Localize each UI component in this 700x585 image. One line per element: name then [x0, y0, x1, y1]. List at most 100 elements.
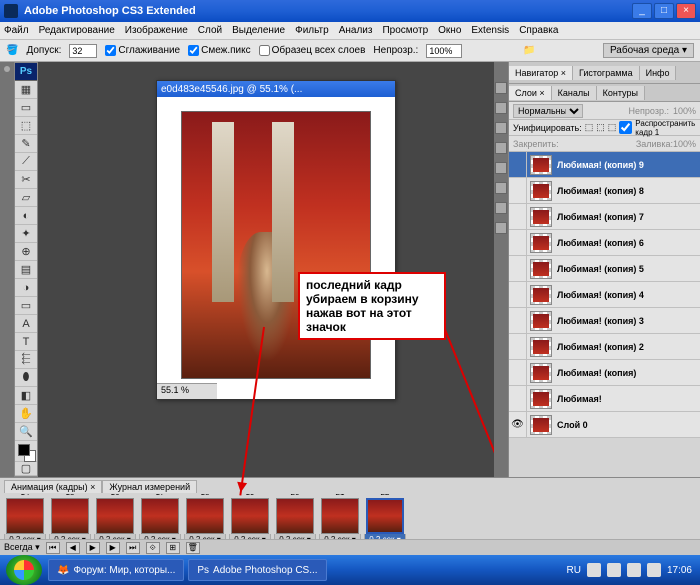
taskbar-item[interactable]: 🦊Форум: Мир, которы...	[48, 559, 184, 581]
layer-thumbnail[interactable]	[530, 207, 552, 227]
propagate-checkbox[interactable]	[619, 121, 632, 134]
menu-выделение[interactable]: Выделение	[232, 25, 285, 36]
layer-name[interactable]: Слой 0	[555, 420, 700, 430]
all-layers-checkbox[interactable]	[259, 45, 270, 56]
tool-button[interactable]: ✂	[15, 171, 37, 189]
layer-name[interactable]: Любимая! (копия) 2	[555, 342, 700, 352]
layer-row[interactable]: Любимая! (копия) 8	[509, 178, 700, 204]
animation-frame[interactable]: 210,2 сек.▾	[319, 494, 361, 539]
menu-слой[interactable]: Слой	[198, 25, 222, 36]
menu-анализ[interactable]: Анализ	[339, 25, 373, 36]
new-frame-button[interactable]: ⊞	[166, 542, 180, 554]
tween-button[interactable]: ⟐	[146, 542, 160, 554]
delete-frame-button[interactable]: 🗑	[186, 542, 200, 554]
tool-button[interactable]: ▤	[15, 261, 37, 279]
opacity-input[interactable]	[426, 44, 462, 58]
close-button[interactable]: ×	[676, 3, 696, 19]
screenmode-icon[interactable]: ▢	[15, 462, 37, 476]
frame-thumbnail[interactable]	[141, 498, 179, 534]
layer-row[interactable]: Любимая! (копия) 9	[509, 152, 700, 178]
visibility-icon[interactable]	[509, 308, 527, 333]
layer-row[interactable]: Любимая! (копия) 5	[509, 256, 700, 282]
unify-icon[interactable]: ⬚	[596, 122, 605, 133]
document-window[interactable]: e0d483e45546.jpg @ 55.1% (... 55.1 %	[156, 80, 396, 400]
unify-icon[interactable]: ⬚	[585, 122, 594, 133]
tool-button[interactable]: ⬱	[15, 351, 37, 369]
frame-thumbnail[interactable]	[321, 498, 359, 534]
palette-icon[interactable]	[495, 182, 507, 194]
palette-icon[interactable]	[495, 82, 507, 94]
prev-frame-button[interactable]: ◀	[66, 542, 80, 554]
layer-name[interactable]: Любимая! (копия) 4	[555, 290, 700, 300]
menu-справка[interactable]: Справка	[519, 25, 558, 36]
layer-row[interactable]: Любимая! (копия)	[509, 360, 700, 386]
workspace-button[interactable]: Рабочая среда ▾	[603, 43, 694, 58]
layer-row[interactable]: Любимая! (копия) 6	[509, 230, 700, 256]
tool-button[interactable]: ✋	[15, 405, 37, 423]
layer-thumbnail[interactable]	[530, 415, 552, 435]
frame-thumbnail[interactable]	[231, 498, 269, 534]
tab-paths[interactable]: Контуры	[597, 86, 645, 100]
layer-thumbnail[interactable]	[530, 311, 552, 331]
visibility-icon[interactable]: 👁	[509, 412, 527, 437]
tray-icon[interactable]	[587, 563, 601, 577]
tray-icon[interactable]	[607, 563, 621, 577]
tool-button[interactable]: ▭	[15, 297, 37, 315]
layer-row[interactable]: Любимая! (копия) 3	[509, 308, 700, 334]
layer-name[interactable]: Любимая!	[555, 394, 700, 404]
last-frame-button[interactable]: ⏭	[126, 542, 140, 554]
color-swatches[interactable]	[15, 441, 37, 449]
smoothing-checkbox[interactable]	[105, 45, 116, 56]
tool-button[interactable]: T	[15, 333, 37, 351]
tool-button[interactable]: A	[15, 315, 37, 333]
document-title[interactable]: e0d483e45546.jpg @ 55.1% (...	[157, 81, 395, 97]
layer-name[interactable]: Любимая! (копия) 5	[555, 264, 700, 274]
layer-thumbnail[interactable]	[530, 233, 552, 253]
loop-select[interactable]: Всегда ▾	[4, 542, 40, 553]
blend-mode-select[interactable]: Нормальный	[513, 104, 583, 118]
layer-thumbnail[interactable]	[530, 337, 552, 357]
visibility-icon[interactable]	[509, 282, 527, 307]
layer-name[interactable]: Любимая! (копия)	[555, 368, 700, 378]
visibility-icon[interactable]	[509, 334, 527, 359]
animation-frame[interactable]: 140,2 сек.▾	[4, 494, 46, 539]
menu-окно[interactable]: Окно	[438, 25, 461, 36]
start-button[interactable]	[6, 555, 42, 585]
visibility-icon[interactable]	[509, 152, 527, 177]
menu-extensis[interactable]: Extensis	[471, 25, 509, 36]
layer-name[interactable]: Любимая! (копия) 9	[555, 160, 700, 170]
tab-channels[interactable]: Каналы	[552, 86, 597, 100]
tool-button[interactable]: ⟋	[15, 153, 37, 171]
lang-indicator[interactable]: RU	[567, 565, 581, 576]
animation-frame[interactable]: 150,2 сек.▾	[49, 494, 91, 539]
taskbar-item[interactable]: PsAdobe Photoshop CS...	[188, 559, 326, 581]
palette-icon[interactable]	[495, 122, 507, 134]
folder-icon[interactable]: 📁	[523, 45, 535, 56]
animation-frame[interactable]: 220,2 сек.▾	[364, 494, 406, 539]
visibility-icon[interactable]	[509, 360, 527, 385]
layer-row[interactable]: Любимая! (копия) 2	[509, 334, 700, 360]
foreground-swatch[interactable]	[18, 444, 30, 456]
tab-measurement-log[interactable]: Журнал измерений	[102, 480, 197, 493]
layer-thumbnail[interactable]	[530, 259, 552, 279]
tool-button[interactable]: ▦	[15, 81, 37, 99]
maximize-button[interactable]: □	[654, 3, 674, 19]
clock[interactable]: 17:06	[667, 565, 692, 576]
tab-navigator[interactable]: Навигатор ×	[509, 66, 573, 80]
frame-thumbnail[interactable]	[96, 498, 134, 534]
tray-icon[interactable]	[647, 563, 661, 577]
visibility-icon[interactable]	[509, 230, 527, 255]
layer-name[interactable]: Любимая! (копия) 3	[555, 316, 700, 326]
tool-button[interactable]: ✦	[15, 225, 37, 243]
menu-файл[interactable]: Файл	[4, 25, 29, 36]
first-frame-button[interactable]: ⏮	[46, 542, 60, 554]
visibility-icon[interactable]	[509, 178, 527, 203]
unify-icon[interactable]: ⬚	[608, 122, 617, 133]
menu-изображение[interactable]: Изображение	[125, 25, 188, 36]
next-frame-button[interactable]: ▶	[106, 542, 120, 554]
tool-button[interactable]: ▭	[15, 99, 37, 117]
layer-row[interactable]: Любимая!	[509, 386, 700, 412]
menu-редактирование[interactable]: Редактирование	[39, 25, 115, 36]
palette-icon[interactable]	[495, 142, 507, 154]
tray-icon[interactable]	[627, 563, 641, 577]
